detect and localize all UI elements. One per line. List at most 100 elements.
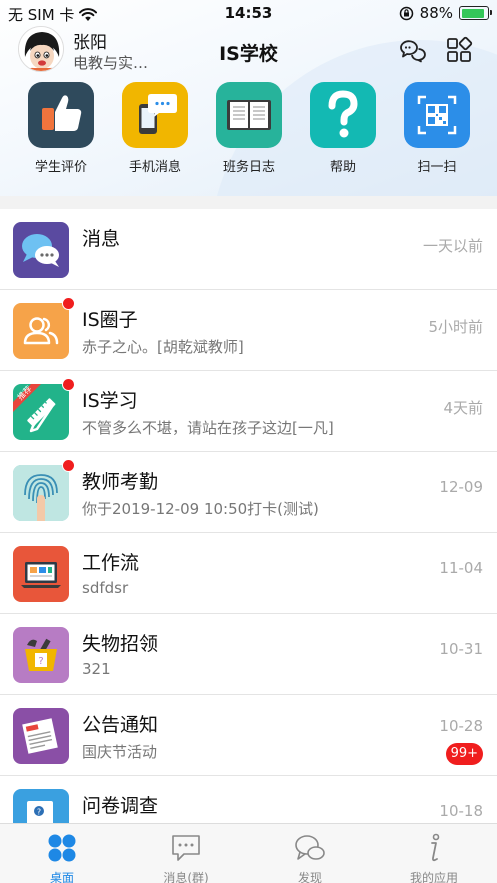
- quick-tile: [28, 82, 94, 148]
- quick-action-label: 扫一扫: [417, 160, 457, 175]
- fingerprint-icon: [13, 465, 69, 521]
- home-header: 无 SIM 卡 14:53 88% 张阳 电教与实… IS学校 学生评价 手机消…: [0, 0, 497, 196]
- list-item-is-learning[interactable]: 推荐 IS学习 不管多么不堪，请站在孩子这边[一凡] 4天前: [0, 371, 497, 452]
- quick-tile: [404, 82, 470, 148]
- row-icon: ?: [13, 627, 69, 683]
- tab-label: 我的应用: [409, 871, 458, 883]
- row-tile: [13, 708, 69, 764]
- row-title: IS圈子: [82, 309, 138, 331]
- row-title: 问卷调查: [82, 795, 159, 817]
- row-time: 一天以前: [422, 237, 483, 255]
- battery-icon: [459, 6, 492, 20]
- list-item-messages[interactable]: 消息 一天以前: [0, 209, 497, 290]
- unread-count-badge: 99+: [445, 743, 483, 765]
- qr-scan-icon: [417, 95, 457, 135]
- battery-fill: [461, 8, 484, 18]
- row-title: 失物招领: [82, 633, 159, 655]
- row-tile: ?: [13, 789, 69, 823]
- row-subtitle: 不管多么不堪，请站在孩子这边[一凡]: [82, 419, 334, 437]
- row-tile: [13, 222, 69, 278]
- open-book-icon: [227, 100, 271, 130]
- row-tile: [13, 546, 69, 602]
- list-item-lost-and-found[interactable]: ? 失物招领 321 10-31: [0, 614, 497, 695]
- tab-label: 发现: [297, 871, 322, 883]
- row-time: 10-28: [439, 717, 483, 735]
- tab-label: 消息(群): [163, 871, 209, 883]
- list-item-workflow[interactable]: 工作流 sdfdsr 11-04: [0, 533, 497, 614]
- row-time: 12-09: [439, 478, 483, 496]
- laptop-workflow-icon: [21, 562, 61, 588]
- message-list: 消息 一天以前 IS圈子 赤子之心。[胡乾斌教师] 5小时前 推荐 IS学习 不…: [0, 209, 497, 823]
- row-title: 工作流: [82, 552, 140, 574]
- row-subtitle: 赤子之心。[胡乾斌教师]: [82, 338, 244, 356]
- tab-desktop[interactable]: 桌面: [0, 824, 124, 883]
- svg-text:?: ?: [38, 656, 43, 667]
- row-time: 5小时前: [428, 318, 483, 336]
- tab-discover[interactable]: 发现: [248, 824, 372, 883]
- quick-action-scan[interactable]: 扫一扫: [392, 82, 482, 175]
- list-item-survey[interactable]: ? 问卷调查 10-18: [0, 776, 497, 823]
- quick-action-phone-message[interactable]: 手机消息: [110, 82, 200, 175]
- row-icon: 推荐: [13, 378, 75, 440]
- row-subtitle: 国庆节活动: [82, 743, 158, 761]
- discover-bubbles-icon: [295, 835, 325, 860]
- row-icon: [13, 459, 75, 521]
- quick-tile: [122, 82, 188, 148]
- quick-actions: 学生评价 手机消息 班务日志 帮助 扫一扫: [0, 82, 497, 182]
- group-message-icon: [172, 835, 200, 861]
- row-title: 消息: [82, 228, 121, 250]
- bottom-tab-bar: 桌面 消息(群) 发现 我的应用: [0, 823, 497, 883]
- chat-contacts-icon[interactable]: [398, 36, 426, 64]
- tab-group-messages[interactable]: 消息(群): [124, 824, 248, 883]
- list-item-teacher-attendance[interactable]: 教师考勤 你于2019-12-09 10:50打卡(测试) 12-09: [0, 452, 497, 533]
- quick-tile: [216, 82, 282, 148]
- row-icon: [13, 708, 69, 764]
- row-icon: [13, 222, 69, 278]
- row-icon: [13, 297, 75, 359]
- row-tile: [13, 303, 69, 359]
- svg-text:?: ?: [37, 808, 41, 817]
- phone-message-icon: [139, 94, 177, 134]
- row-time: 10-18: [439, 802, 483, 820]
- quick-action-class-log[interactable]: 班务日志: [204, 82, 294, 175]
- info-app-icon: [431, 833, 440, 862]
- quick-action-help[interactable]: 帮助: [298, 82, 388, 175]
- row-icon: ?: [13, 789, 69, 823]
- status-right: 88%: [399, 4, 492, 22]
- row-title: 公告通知: [82, 714, 159, 736]
- tab-label: 桌面: [49, 871, 74, 883]
- question-mark-icon: [328, 90, 358, 138]
- row-title: IS学习: [82, 390, 138, 412]
- rotation-lock-icon: [399, 6, 413, 20]
- row-tile: ?: [13, 627, 69, 683]
- quick-tile: [310, 82, 376, 148]
- row-tile: 推荐: [13, 384, 69, 440]
- row-subtitle: 321: [82, 660, 111, 678]
- quick-action-label: 班务日志: [222, 160, 275, 175]
- list-item-announcement[interactable]: 公告通知 国庆节活动 10-28 99+: [0, 695, 497, 776]
- people-circle-icon: [23, 317, 59, 345]
- row-subtitle: 你于2019-12-09 10:50打卡(测试): [82, 500, 319, 518]
- chat-bubbles-icon: [22, 234, 59, 267]
- unread-dot: [62, 459, 75, 472]
- battery-percent: 88%: [419, 4, 453, 22]
- quick-action-student-evaluation[interactable]: 学生评价: [16, 82, 106, 175]
- row-time: 10-31: [439, 640, 483, 658]
- unread-dot: [62, 297, 75, 310]
- app-grid-icon[interactable]: [445, 36, 473, 64]
- list-item-is-circle[interactable]: IS圈子 赤子之心。[胡乾斌教师] 5小时前: [0, 290, 497, 371]
- tab-my-apps[interactable]: 我的应用: [372, 824, 496, 883]
- unread-dot: [62, 378, 75, 391]
- row-time: 11-04: [439, 559, 483, 577]
- row-title: 教师考勤: [82, 471, 159, 493]
- newspaper-icon: [22, 718, 58, 754]
- survey-doc-icon: ?: [27, 801, 53, 823]
- row-time: 4天前: [443, 399, 483, 417]
- lost-found-bag-icon: ?: [25, 638, 57, 671]
- row-icon: [13, 546, 69, 602]
- desktop-grid-icon: [48, 834, 76, 862]
- status-bar: 无 SIM 卡 14:53 88%: [0, 0, 497, 26]
- quick-action-label: 学生评价: [34, 160, 87, 175]
- quick-action-label: 帮助: [329, 160, 356, 175]
- nav-row: 张阳 电教与实… IS学校: [0, 26, 497, 78]
